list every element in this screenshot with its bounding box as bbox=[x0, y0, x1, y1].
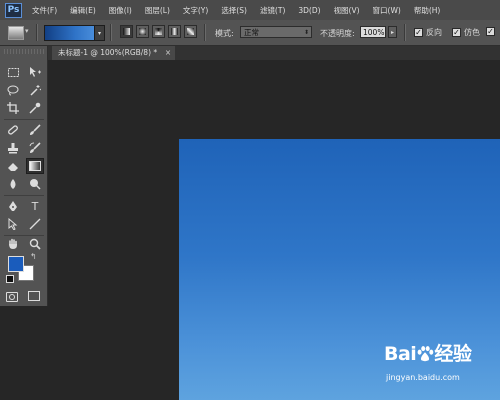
divider bbox=[404, 24, 406, 41]
menu-bar: Ps 文件(F) 编辑(E) 图像(I) 图层(L) 文字(Y) 选择(S) 滤… bbox=[0, 0, 500, 20]
default-colors-icon[interactable] bbox=[6, 275, 14, 283]
reverse-checkbox[interactable]: ✓ bbox=[414, 28, 423, 37]
watermark-brand: Bai bbox=[384, 343, 417, 365]
history-brush-icon[interactable] bbox=[26, 140, 44, 156]
linear-gradient-button[interactable] bbox=[120, 25, 133, 38]
photoshop-logo: Ps bbox=[5, 2, 22, 18]
divider bbox=[36, 24, 38, 41]
menu-file[interactable]: 文件(F) bbox=[32, 5, 57, 16]
menu-filter[interactable]: 滤镜(T) bbox=[260, 5, 285, 16]
path-selection-icon[interactable] bbox=[4, 216, 22, 232]
brush-icon[interactable] bbox=[26, 122, 44, 138]
menu-select[interactable]: 选择(S) bbox=[221, 5, 247, 16]
opacity-label: 不透明度: bbox=[320, 29, 355, 38]
screen-mode-icon[interactable] bbox=[28, 291, 40, 301]
linear-gradient-icon bbox=[123, 28, 130, 35]
mode-select[interactable]: 正常 ⬍ bbox=[240, 26, 312, 38]
reflected-gradient-icon bbox=[171, 28, 178, 35]
diamond-gradient-icon bbox=[187, 28, 194, 35]
mode-value: 正常 bbox=[244, 28, 259, 37]
menu-layer[interactable]: 图层(L) bbox=[145, 5, 170, 16]
hand-icon[interactable] bbox=[4, 236, 22, 252]
gradient-dropdown-icon[interactable]: ▾ bbox=[94, 25, 105, 41]
zoom-icon[interactable] bbox=[26, 236, 44, 252]
pen-icon[interactable] bbox=[4, 198, 22, 214]
transparency-checkbox[interactable]: ✓ bbox=[486, 27, 495, 36]
baidu-logo: Bai 经验 bbox=[384, 339, 472, 366]
divider bbox=[4, 119, 44, 120]
crop-icon[interactable] bbox=[4, 100, 22, 116]
divider bbox=[110, 24, 112, 41]
angle-gradient-button[interactable] bbox=[152, 25, 165, 38]
eyedropper-icon[interactable] bbox=[26, 100, 44, 116]
move-tool-icon[interactable] bbox=[26, 64, 44, 80]
divider bbox=[204, 24, 206, 41]
opacity-slider-toggle-icon[interactable]: ▸ bbox=[388, 26, 397, 38]
dither-option[interactable]: ✓ 仿色 bbox=[452, 27, 480, 38]
mode-label: 模式: bbox=[215, 29, 234, 38]
menu-3d[interactable]: 3D(D) bbox=[298, 6, 320, 15]
paw-icon bbox=[417, 346, 434, 362]
spot-healing-brush-icon[interactable] bbox=[4, 122, 22, 138]
rectangular-marquee-icon[interactable] bbox=[4, 64, 22, 80]
reverse-label: 反向 bbox=[426, 28, 442, 37]
gradient-tool-icon[interactable] bbox=[26, 158, 44, 174]
swap-colors-icon[interactable]: ↰ bbox=[30, 252, 37, 261]
eraser-icon[interactable] bbox=[4, 158, 22, 174]
foreground-color-swatch[interactable] bbox=[8, 256, 24, 272]
menu-view[interactable]: 视图(V) bbox=[334, 5, 360, 16]
reverse-option[interactable]: ✓ 反向 bbox=[414, 27, 442, 38]
reflected-gradient-button[interactable] bbox=[168, 25, 181, 38]
watermark: Bai 经验 jingyan.baidu.com bbox=[384, 339, 494, 397]
close-icon[interactable]: × bbox=[165, 46, 171, 60]
divider bbox=[4, 195, 44, 196]
lasso-icon[interactable] bbox=[4, 82, 22, 98]
document-tab-bar: 未标题-1 @ 100%(RGB/8) * × bbox=[48, 46, 500, 60]
gradient-picker[interactable] bbox=[44, 25, 96, 41]
document-tab-title: 未标题-1 @ 100%(RGB/8) * bbox=[58, 48, 158, 57]
quick-mask-icon[interactable] bbox=[6, 292, 18, 302]
menu-window[interactable]: 窗口(W) bbox=[373, 5, 401, 16]
dodge-icon[interactable] bbox=[26, 176, 44, 192]
chevron-down-icon: ⬍ bbox=[303, 29, 309, 36]
type-tool-icon[interactable]: T bbox=[26, 198, 44, 214]
chevron-down-icon[interactable]: ▾ bbox=[25, 27, 29, 35]
panel-grip[interactable] bbox=[4, 49, 44, 54]
dither-checkbox[interactable]: ✓ bbox=[452, 28, 461, 37]
menu-type[interactable]: 文字(Y) bbox=[183, 5, 208, 16]
radial-gradient-icon bbox=[139, 28, 146, 35]
menu-image[interactable]: 图像(I) bbox=[109, 5, 132, 16]
diamond-gradient-button[interactable] bbox=[184, 25, 197, 38]
document-tab[interactable]: 未标题-1 @ 100%(RGB/8) * × bbox=[52, 46, 176, 60]
transparency-option[interactable]: ✓ bbox=[486, 27, 498, 36]
tool-preset-picker-icon[interactable] bbox=[8, 26, 24, 40]
opacity-input[interactable]: 100% bbox=[360, 26, 386, 38]
watermark-brand-suffix: 经验 bbox=[434, 343, 472, 365]
radial-gradient-button[interactable] bbox=[136, 25, 149, 38]
dither-label: 仿色 bbox=[464, 28, 480, 37]
clone-stamp-icon[interactable] bbox=[4, 140, 22, 156]
line-tool-icon[interactable] bbox=[26, 216, 44, 232]
tools-panel: T ↰ bbox=[0, 46, 48, 306]
menu-help[interactable]: 帮助(H) bbox=[414, 5, 441, 16]
options-bar: ▾ ▾ 模式: 正常 ⬍ 不透明度: 100% ▸ ✓ 反向 ✓ 仿色 ✓ bbox=[0, 20, 500, 46]
watermark-url: jingyan.baidu.com bbox=[386, 373, 460, 382]
angle-gradient-icon bbox=[155, 28, 162, 35]
magic-wand-icon[interactable] bbox=[26, 82, 44, 98]
blur-icon[interactable] bbox=[4, 176, 22, 192]
menu-edit[interactable]: 编辑(E) bbox=[70, 5, 96, 16]
